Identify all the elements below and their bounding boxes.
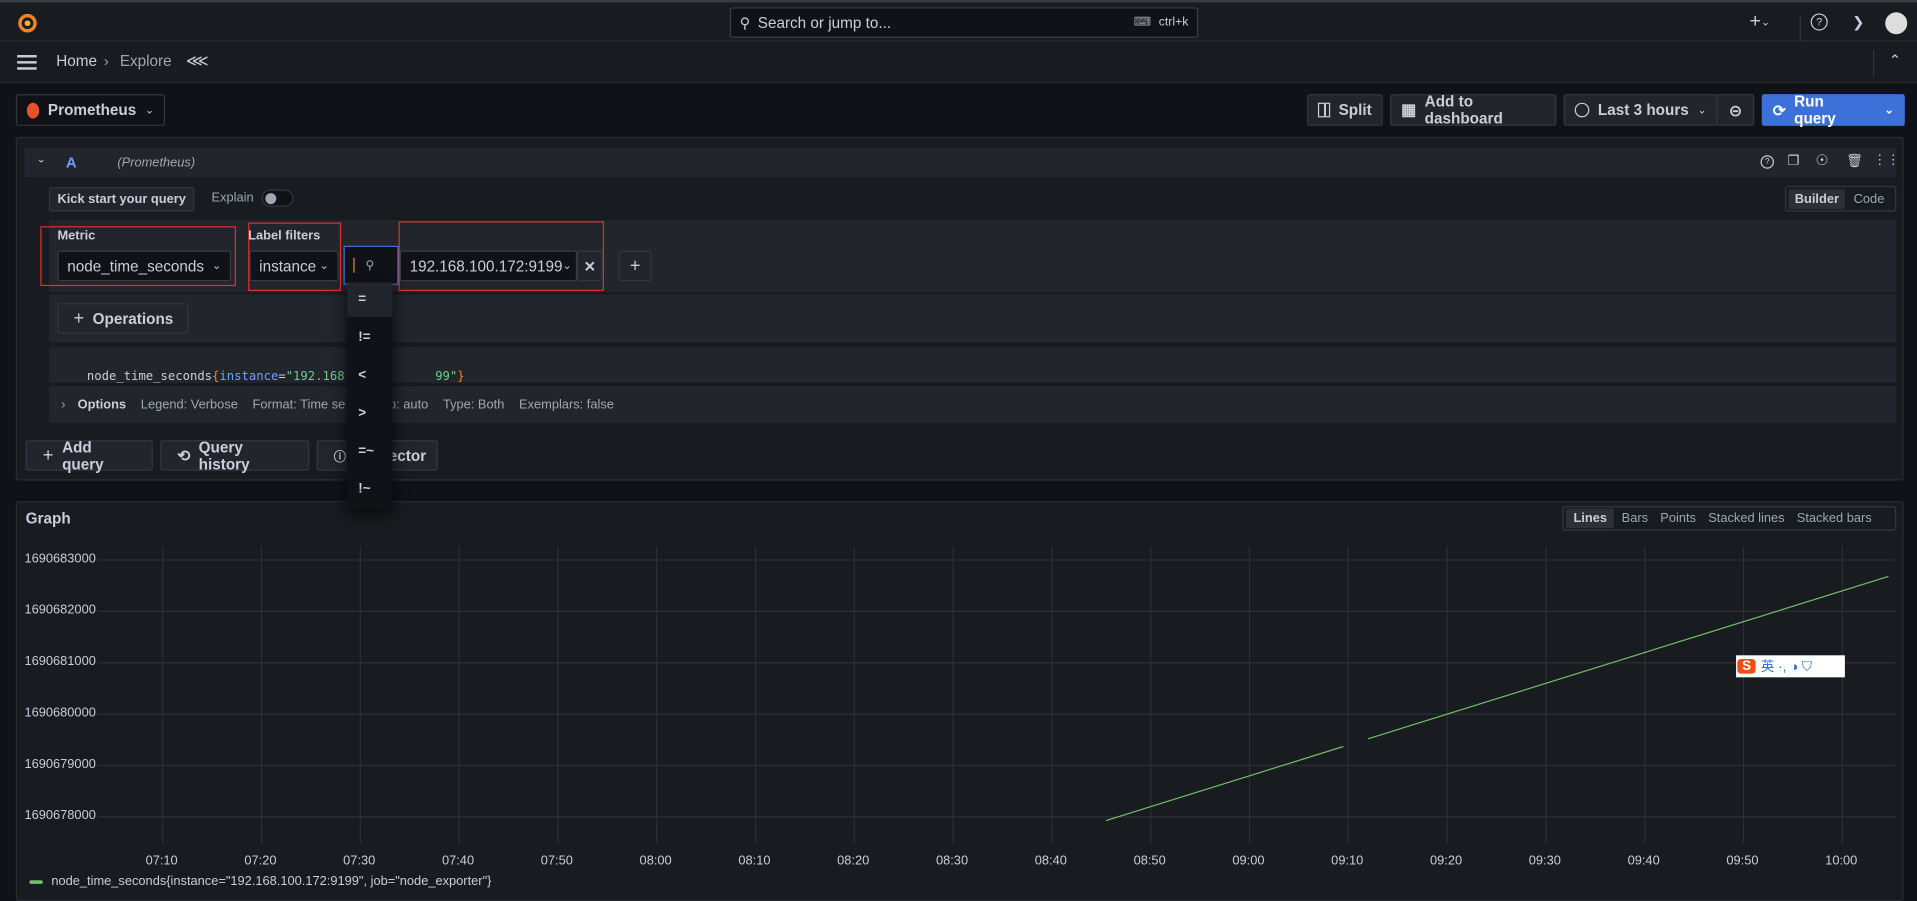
x-tick-label: 08:00	[639, 853, 672, 869]
operator-option-eq[interactable]: =	[347, 282, 393, 317]
x-tick-label: 07:30	[343, 853, 376, 869]
ime-toolbar-watermark: S英 ·, ◑ ⛉	[1736, 655, 1845, 678]
x-tick-label: 07:10	[145, 853, 178, 869]
x-tick-label: 08:40	[1034, 853, 1067, 869]
y-tick-label: 1690678000	[24, 808, 96, 824]
y-tick-label: 1690681000	[24, 654, 96, 669]
operator-option-regex-nomatch[interactable]: !~	[347, 472, 392, 506]
legend-color-swatch	[29, 879, 43, 884]
legend-item[interactable]: node_time_seconds{instance="192.168.100.…	[29, 874, 491, 889]
legend-label: node_time_seconds{instance="192.168.100.…	[51, 874, 492, 889]
x-tick-label: 09:30	[1528, 853, 1561, 869]
x-tick-label: 09:20	[1429, 853, 1463, 869]
time-series-chart[interactable]	[0, 0, 1917, 901]
series-line-segment	[1105, 745, 1344, 822]
y-tick-label: 1690682000	[24, 602, 96, 618]
x-tick-label: 07:20	[244, 853, 277, 869]
y-tick-label: 1690679000	[24, 756, 96, 772]
x-tick-label: 09:40	[1627, 853, 1660, 869]
x-tick-label: 09:00	[1232, 853, 1265, 869]
operator-option-gt[interactable]: >	[347, 396, 392, 430]
x-tick-label: 08:50	[1133, 853, 1166, 869]
y-tick-label: 1690683000	[24, 551, 96, 567]
x-tick-label: 08:20	[837, 853, 870, 869]
operator-dropdown: = != < > =~ !~	[347, 281, 393, 509]
x-tick-label: 07:40	[441, 853, 475, 869]
x-tick-label: 10:00	[1825, 853, 1858, 869]
x-tick-label: 08:10	[738, 853, 771, 869]
operator-option-neq[interactable]: !=	[347, 320, 392, 354]
operator-option-regex-match[interactable]: =~	[347, 434, 392, 468]
x-tick-label: 09:50	[1726, 853, 1759, 869]
x-tick-label: 07:50	[540, 853, 573, 869]
x-tick-label: 09:10	[1331, 853, 1364, 869]
x-tick-label: 08:30	[935, 853, 969, 869]
y-tick-label: 1690680000	[24, 705, 96, 721]
operator-option-lt[interactable]: <	[347, 358, 392, 392]
